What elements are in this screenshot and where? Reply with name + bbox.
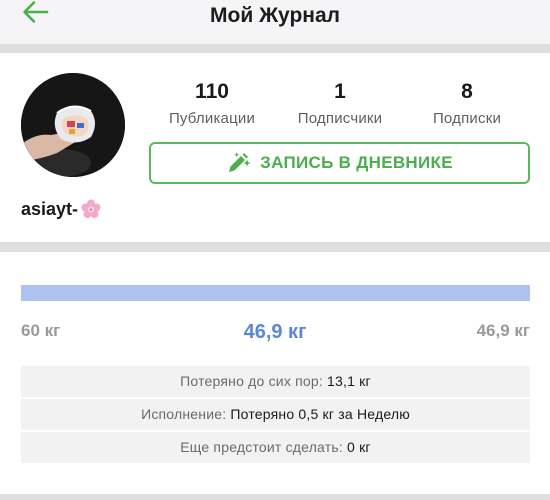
section-divider xyxy=(0,242,550,252)
stat-followers-label: Подписчики xyxy=(297,110,383,127)
profile-photo xyxy=(21,73,125,177)
stat-followers[interactable]: 1 Подписчики xyxy=(288,80,392,128)
page-title: Мой Журнал xyxy=(210,4,340,27)
lost-so-far-value: 13,1 кг xyxy=(327,373,371,389)
top-bar: Мой Журнал xyxy=(0,0,550,44)
stat-following-count: 8 xyxy=(461,80,473,103)
cherry-blossom-icon xyxy=(79,197,103,221)
username-text: asiayt- xyxy=(21,198,79,219)
diary-entry-button-label: ЗАПИСЬ В ДНЕВНИКЕ xyxy=(260,153,453,172)
lost-so-far-label: Потеряно до сих пор: xyxy=(180,373,323,389)
stat-posts-count: 110 xyxy=(195,80,229,103)
lost-so-far-row: Потеряно до сих пор: 13,1 кг xyxy=(21,366,530,397)
remaining-value: 0 кг xyxy=(347,439,371,455)
section-divider xyxy=(0,494,550,500)
stat-followers-count: 1 xyxy=(334,80,346,103)
performance-value: Потеряно 0,5 кг за Неделю xyxy=(230,406,410,422)
goal-weight: 46,9 кг xyxy=(476,321,530,340)
stat-posts[interactable]: 110 Публикации xyxy=(160,80,264,128)
stat-following-label: Подписки xyxy=(432,110,502,127)
diary-entry-button[interactable]: ЗАПИСЬ В ДНЕВНИКЕ xyxy=(149,142,530,184)
pencil-sparkle-icon xyxy=(226,151,252,175)
remaining-label: Еще предстоит сделать: xyxy=(180,439,343,455)
weight-progress-bar xyxy=(21,285,530,301)
username: asiayt- xyxy=(21,197,103,221)
stat-following[interactable]: 8 Подписки xyxy=(420,80,514,128)
avatar[interactable] xyxy=(21,73,125,177)
section-divider xyxy=(0,44,550,53)
current-weight: 46,9 кг xyxy=(243,321,307,343)
stat-posts-label: Публикации xyxy=(168,110,256,127)
start-weight: 60 кг xyxy=(21,321,61,340)
performance-row: Исполнение: Потеряно 0,5 кг за Неделю xyxy=(21,399,530,430)
remaining-row: Еще предстоит сделать: 0 кг xyxy=(21,432,530,463)
performance-label: Исполнение: xyxy=(141,406,227,422)
